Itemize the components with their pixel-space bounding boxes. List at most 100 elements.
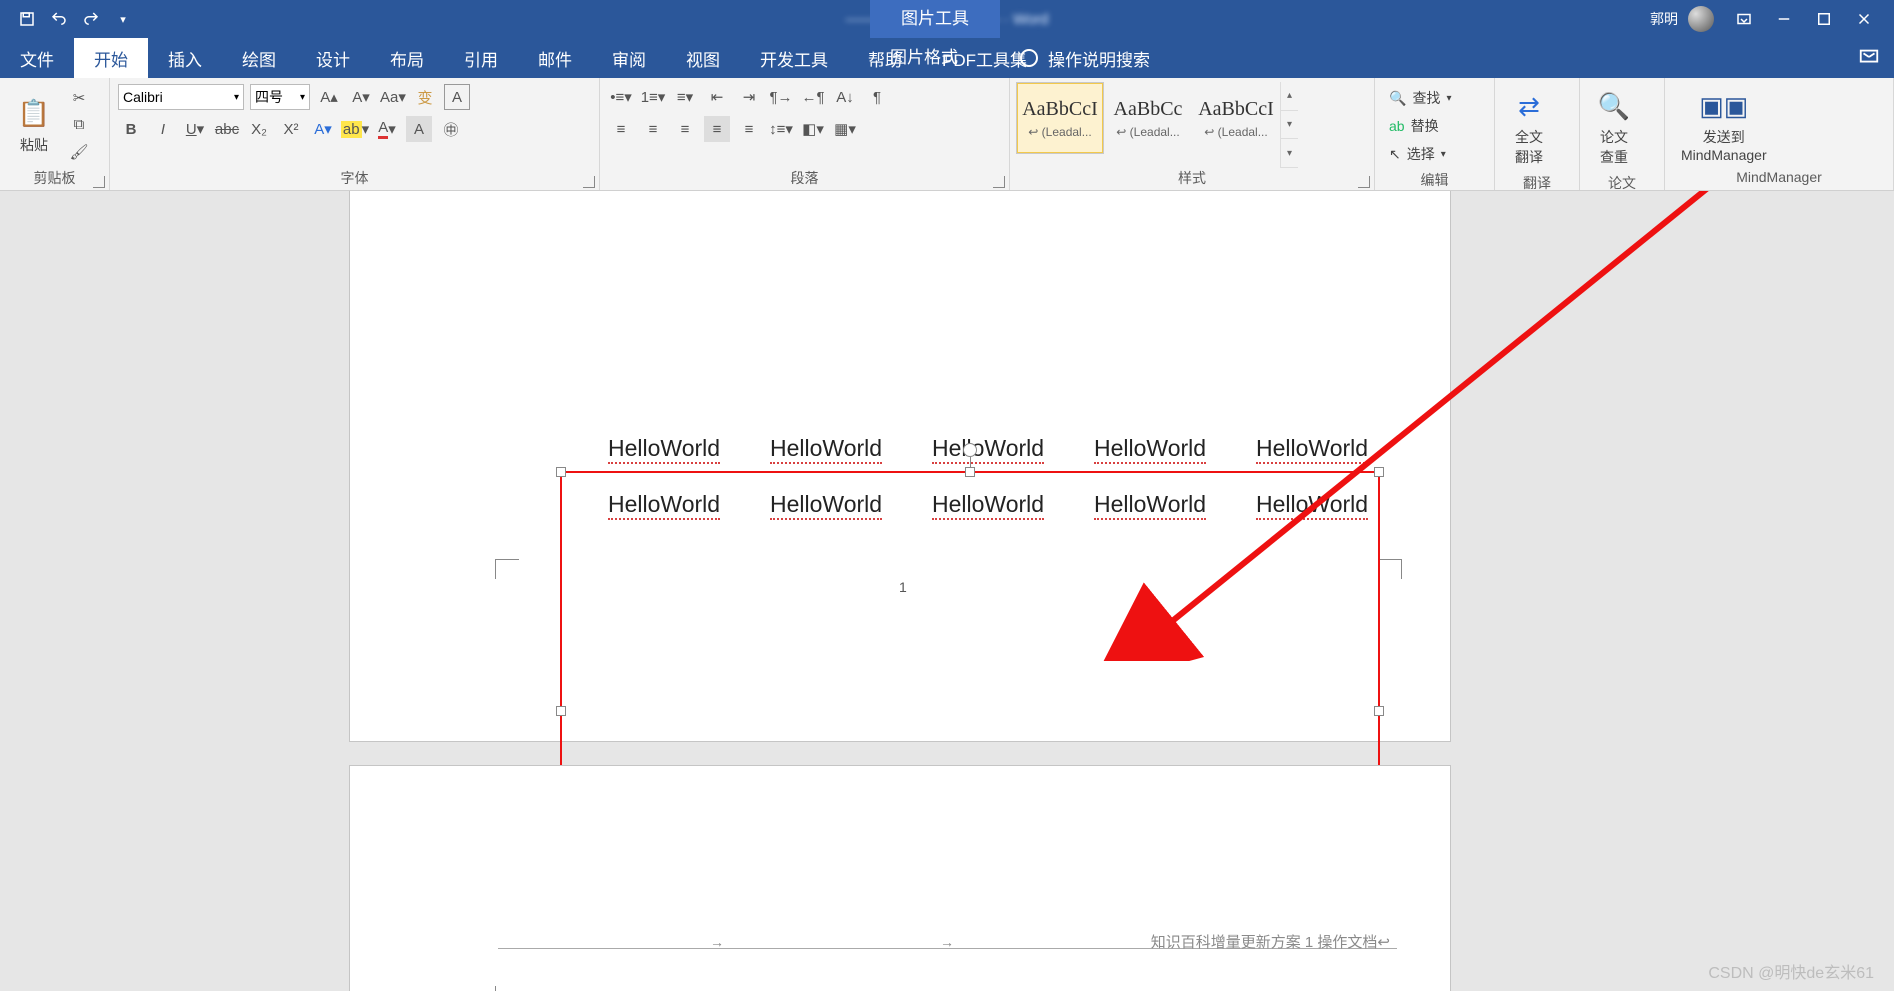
numbering-icon[interactable]: 1≡▾	[640, 84, 666, 110]
close-icon[interactable]	[1854, 9, 1874, 29]
show-marks-icon[interactable]: ¶	[864, 84, 890, 110]
ltr-icon[interactable]: ¶→	[768, 84, 794, 110]
minimize-icon[interactable]	[1774, 9, 1794, 29]
line-spacing-icon[interactable]: ↕≡▾	[768, 116, 794, 142]
lightbulb-icon	[1020, 49, 1038, 67]
font-name-combo[interactable]: Calibri▾	[118, 84, 244, 110]
font-size-combo[interactable]: 四号▾	[250, 84, 310, 110]
underline-icon[interactable]: U▾	[182, 116, 208, 142]
char-shading-icon[interactable]: A	[406, 116, 432, 142]
italic-icon[interactable]: I	[150, 116, 176, 142]
dialog-launcher-icon[interactable]	[1358, 176, 1370, 188]
thesis-check-button[interactable]: 🔍 论文 查重	[1586, 82, 1642, 173]
resize-handle[interactable]	[556, 706, 566, 716]
style-tile[interactable]: AaBbCcI ↩ (Leadal...	[1192, 82, 1280, 154]
thesis-label: 论文 查重	[1600, 127, 1628, 167]
rtl-icon[interactable]: ←¶	[800, 84, 826, 110]
copy-icon[interactable]: ⧉	[66, 112, 92, 138]
group-label-mindmanager: MindManager	[1665, 169, 1893, 190]
strikethrough-icon[interactable]: abc	[214, 116, 240, 142]
enclose-char-icon[interactable]: ㊥	[438, 116, 464, 142]
maximize-icon[interactable]	[1814, 9, 1834, 29]
tab-developer[interactable]: 开发工具	[740, 38, 848, 78]
tab-draw[interactable]: 绘图	[222, 38, 296, 78]
page: → → 知识百科增量更新方案 1 操作文档↩ HelloWorld HelloW…	[350, 766, 1450, 991]
style-tile[interactable]: AaBbCcI ↩ (Leadal...	[1016, 82, 1104, 154]
save-icon[interactable]	[18, 10, 36, 28]
group-label-font: 字体	[110, 168, 599, 190]
dialog-launcher-icon[interactable]	[93, 176, 105, 188]
group-font: Calibri▾ 四号▾ A▴ A▾ Aa▾ 变 A B I U▾ abc X₂…	[110, 78, 600, 190]
undo-icon[interactable]	[50, 10, 68, 28]
justify-icon[interactable]: ≡	[704, 116, 730, 142]
borders-icon[interactable]: ▦▾	[832, 116, 858, 142]
group-label-editing: 编辑	[1375, 170, 1494, 190]
style-nav-more-icon[interactable]: ▾	[1281, 139, 1298, 168]
tab-insert[interactable]: 插入	[148, 38, 222, 78]
phonetic-guide-icon[interactable]: 变	[412, 84, 438, 110]
rotate-handle[interactable]	[963, 443, 977, 457]
increase-indent-icon[interactable]: ⇥	[736, 84, 762, 110]
replace-button[interactable]: ab替换	[1385, 112, 1484, 140]
multilevel-icon[interactable]: ≡▾	[672, 84, 698, 110]
resize-handle[interactable]	[1374, 467, 1384, 477]
select-button[interactable]: ↖选择▾	[1385, 140, 1484, 168]
align-center-icon[interactable]: ≡	[640, 116, 666, 142]
align-left-icon[interactable]: ≡	[608, 116, 634, 142]
resize-handle[interactable]	[1374, 706, 1384, 716]
bullets-icon[interactable]: •≡▾	[608, 84, 634, 110]
body-text: HelloWorld	[932, 435, 1044, 462]
sort-icon[interactable]: A↓	[832, 84, 858, 110]
resize-handle[interactable]	[965, 467, 975, 477]
distribute-icon[interactable]: ≡	[736, 116, 762, 142]
font-color-icon[interactable]: A▾	[374, 116, 400, 142]
tab-home[interactable]: 开始	[74, 38, 148, 78]
tab-review[interactable]: 审阅	[592, 38, 666, 78]
grow-font-icon[interactable]: A▴	[316, 84, 342, 110]
superscript-icon[interactable]: X²	[278, 116, 304, 142]
style-tile[interactable]: AaBbCc ↩ (Leadal...	[1104, 82, 1192, 154]
tab-picture-format[interactable]: 图片格式	[870, 38, 1000, 78]
tab-references[interactable]: 引用	[444, 38, 518, 78]
tab-mailings[interactable]: 邮件	[518, 38, 592, 78]
style-nav-up-icon[interactable]: ▴	[1281, 82, 1298, 111]
group-mindmanager: ▣▣ 发送到 MindManager MindManager	[1665, 78, 1894, 190]
clear-format-icon[interactable]: A	[444, 84, 470, 110]
group-label-thesis: 论文	[1580, 173, 1664, 193]
window-controls: 郭明	[1650, 0, 1894, 38]
format-painter-icon[interactable]: 🖌	[66, 139, 92, 165]
bold-icon[interactable]: B	[118, 116, 144, 142]
title-bar: ▾ ——————— ——— · Word 图片工具 郭明	[0, 0, 1894, 38]
ribbon-options-icon[interactable]	[1734, 9, 1754, 29]
tab-layout[interactable]: 布局	[370, 38, 444, 78]
tab-file[interactable]: 文件	[0, 38, 74, 78]
tell-me-search[interactable]: 操作说明搜索	[1020, 38, 1150, 78]
style-nav-down-icon[interactable]: ▾	[1281, 111, 1298, 140]
share-icon[interactable]	[1858, 46, 1880, 68]
text-effects-icon[interactable]: A▾	[310, 116, 336, 142]
translate-button[interactable]: ⇄ 全文 翻译	[1501, 82, 1557, 173]
tab-design[interactable]: 设计	[296, 38, 370, 78]
subscript-icon[interactable]: X₂	[246, 116, 272, 142]
user-account[interactable]: 郭明	[1650, 6, 1714, 32]
align-right-icon[interactable]: ≡	[672, 116, 698, 142]
change-case-icon[interactable]: Aa▾	[380, 84, 406, 110]
paste-button[interactable]: 📋 粘贴	[6, 82, 62, 168]
margin-marker	[1378, 559, 1402, 579]
decrease-indent-icon[interactable]: ⇤	[704, 84, 730, 110]
shading-icon[interactable]: ◧▾	[800, 116, 826, 142]
shrink-font-icon[interactable]: A▾	[348, 84, 374, 110]
tab-view[interactable]: 视图	[666, 38, 740, 78]
resize-handle[interactable]	[556, 467, 566, 477]
mindmanager-label: 发送到 MindManager	[1681, 127, 1767, 163]
dialog-launcher-icon[interactable]	[583, 176, 595, 188]
dialog-launcher-icon[interactable]	[993, 176, 1005, 188]
find-button[interactable]: 🔍查找▾	[1385, 84, 1484, 112]
qat-more-icon[interactable]: ▾	[114, 10, 132, 28]
highlight-icon[interactable]: ab▾	[342, 116, 368, 142]
mindmanager-button[interactable]: ▣▣ 发送到 MindManager	[1671, 82, 1777, 169]
redo-icon[interactable]	[82, 10, 100, 28]
thesis-icon: 🔍	[1596, 88, 1632, 124]
cut-icon[interactable]: ✂	[66, 85, 92, 111]
document-area[interactable]: HelloWorld HelloWorld HelloWorld HelloWo…	[0, 191, 1894, 991]
